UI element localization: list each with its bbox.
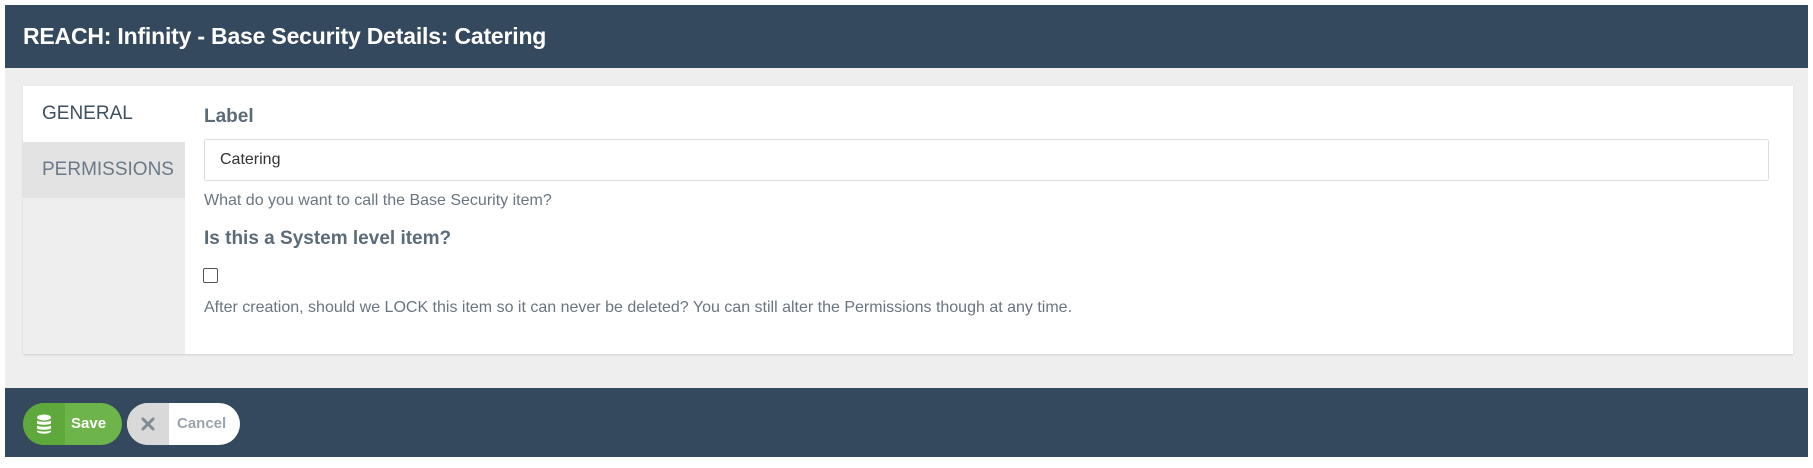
tab-list: GENERAL PERMISSIONS bbox=[23, 86, 185, 354]
tab-general[interactable]: GENERAL bbox=[23, 86, 185, 142]
details-card: GENERAL PERMISSIONS Label What do you wa… bbox=[23, 86, 1793, 354]
label-input[interactable] bbox=[204, 139, 1769, 181]
save-button-label: Save bbox=[71, 415, 107, 432]
general-panel: Label What do you want to call the Base … bbox=[185, 86, 1793, 354]
label-help-text: What do you want to call the Base Securi… bbox=[204, 192, 552, 209]
footer-toolbar: Save Cancel bbox=[5, 388, 1808, 457]
page-header: REACH: Infinity - Base Security Details:… bbox=[5, 5, 1808, 68]
label-field-label: Label bbox=[204, 106, 254, 127]
tab-permissions[interactable]: PERMISSIONS bbox=[23, 142, 185, 198]
cancel-button-label: Cancel bbox=[177, 415, 227, 432]
close-icon bbox=[127, 403, 169, 445]
cancel-button[interactable]: Cancel bbox=[127, 403, 240, 445]
page-frame: REACH: Infinity - Base Security Details:… bbox=[5, 5, 1808, 457]
save-button[interactable]: Save bbox=[23, 403, 122, 445]
page-title: REACH: Infinity - Base Security Details:… bbox=[23, 23, 547, 49]
system-level-label: Is this a System level item? bbox=[204, 228, 452, 249]
database-icon bbox=[23, 403, 65, 445]
system-level-help-text: After creation, should we LOCK this item… bbox=[204, 299, 1073, 316]
system-level-checkbox[interactable] bbox=[203, 268, 218, 283]
